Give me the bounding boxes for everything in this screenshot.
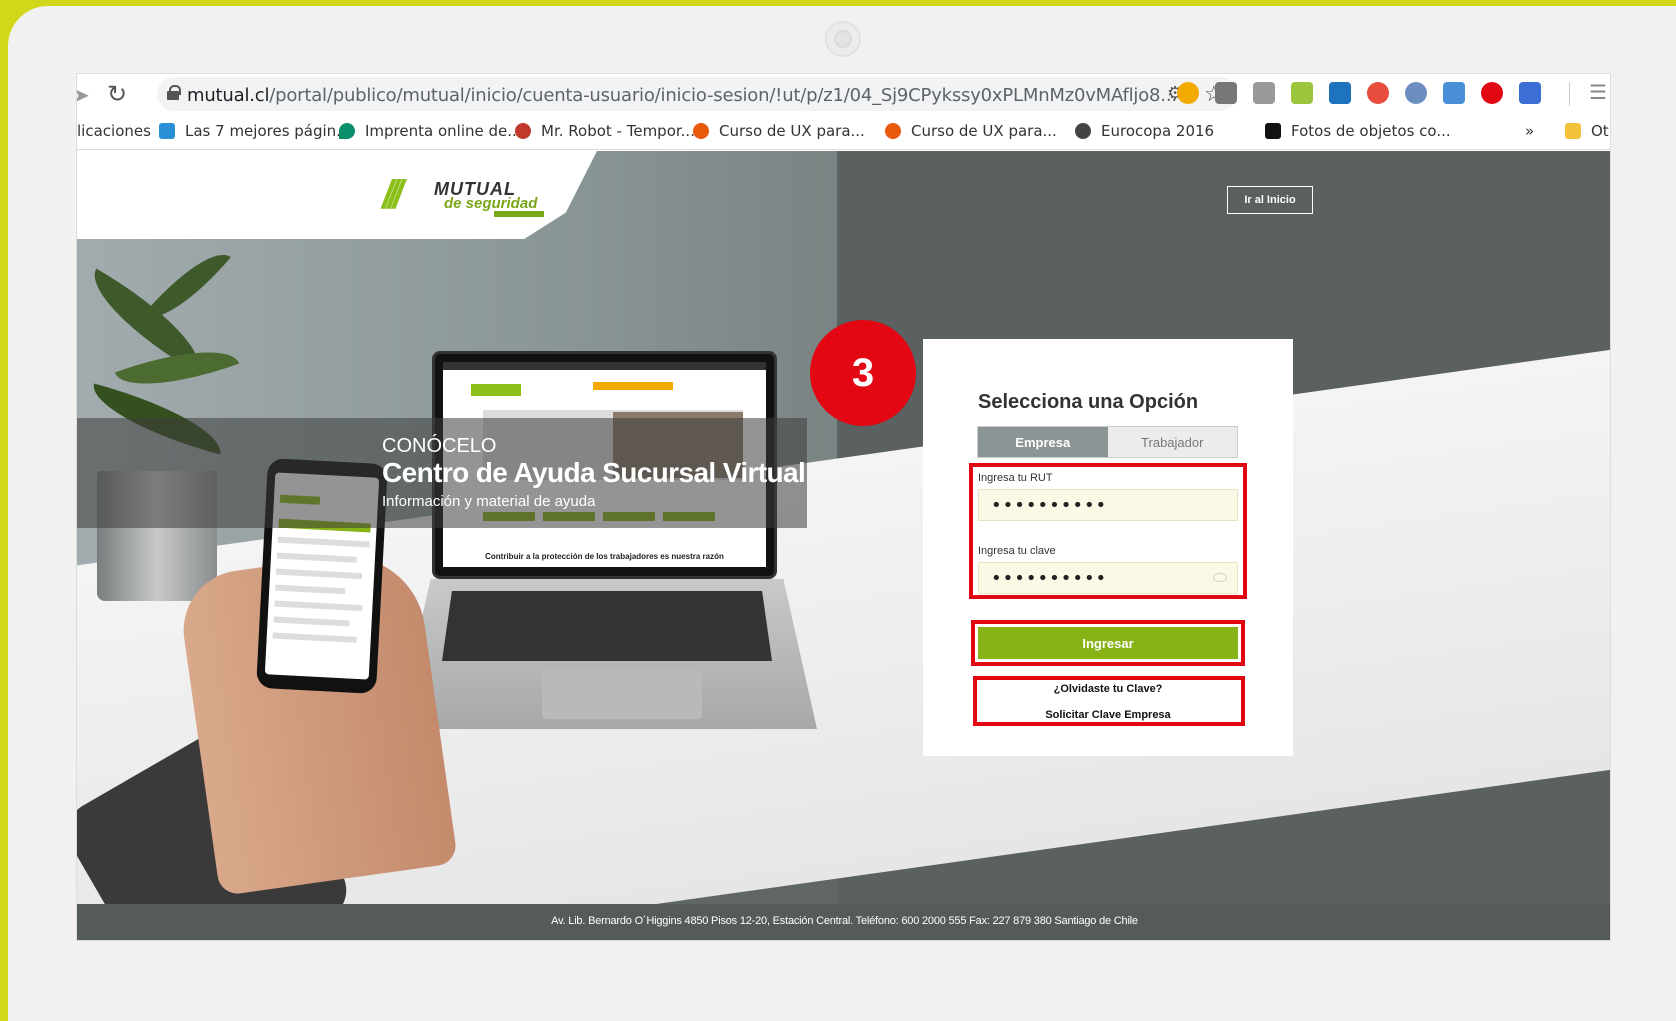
go-home-button[interactable]: Ir al Inicio — [1227, 186, 1313, 214]
folder-icon — [1565, 123, 1581, 139]
laptop-keyboard — [442, 591, 772, 661]
extension-chat-icon[interactable] — [1253, 82, 1275, 104]
extension-spiral-icon[interactable] — [1367, 82, 1389, 104]
bookmarks-overflow[interactable]: » — [1525, 122, 1534, 140]
tab-trabajador[interactable]: Trabajador — [1107, 427, 1237, 457]
url-text[interactable]: mutual.cl/portal/publico/mutual/inicio/c… — [187, 85, 1177, 106]
extension-crown-icon[interactable] — [1291, 82, 1313, 104]
lock-icon — [167, 85, 181, 100]
globe-icon — [1075, 123, 1091, 139]
address-bar-row: ➤ ↻ mutual.cl/portal/publico/mutual/inic… — [77, 74, 1610, 114]
footer-address: Av. Lib. Bernardo O´Higgins 4850 Pisos 1… — [551, 915, 1138, 927]
login-tabs: Empresa Trabajador — [977, 426, 1238, 458]
extension-face-icon[interactable] — [1405, 82, 1427, 104]
bookmark-favicon-icon — [515, 123, 531, 139]
extension-translate-icon[interactable] — [1443, 82, 1465, 104]
phone-row — [275, 584, 346, 595]
address-bar[interactable]: mutual.cl/portal/publico/mutual/inicio/c… — [157, 77, 1237, 111]
laptop-caption: Contribuir a la protección de los trabaj… — [485, 552, 724, 561]
logo-mark-icon: /// — [382, 173, 403, 217]
bookmark-folder[interactable]: Ot — [1565, 122, 1609, 140]
banner-title[interactable]: Centro de Ayuda Sucursal Virtual — [382, 457, 806, 489]
logo-badge — [494, 211, 544, 217]
flame-icon — [885, 123, 901, 139]
phone-row — [276, 568, 363, 580]
toolbar-separator — [1569, 82, 1570, 106]
highlight-fields — [969, 463, 1247, 599]
highlight-links — [973, 676, 1245, 726]
extension-camera-icon[interactable] — [1215, 82, 1237, 104]
bookmark-item[interactable]: Eurocopa 2016 — [1075, 122, 1214, 140]
login-card: Selecciona una Opción Empresa Trabajador… — [923, 339, 1293, 756]
forward-icon[interactable]: ➤ — [77, 83, 90, 108]
reload-icon[interactable]: ↻ — [107, 80, 127, 109]
bookmark-item[interactable]: Curso de UX para... — [693, 122, 865, 140]
laptop-trackpad — [542, 669, 702, 719]
browser-screen: ➤ ↻ mutual.cl/portal/publico/mutual/inic… — [76, 73, 1611, 941]
camera-icon — [825, 21, 861, 57]
flame-icon — [693, 123, 709, 139]
phone-row — [273, 616, 350, 627]
mutual-logo[interactable]: /// MUTUAL de seguridad — [382, 171, 552, 219]
bookmark-favicon-icon — [159, 123, 175, 139]
laptop-menubar — [443, 362, 766, 370]
highlight-submit — [971, 620, 1245, 666]
bookmark-favicon-icon — [1265, 123, 1281, 139]
laptop-header-bar — [593, 382, 673, 390]
tab-empresa[interactable]: Empresa — [978, 427, 1108, 457]
phone-row — [272, 632, 357, 643]
bookmarks-bar: licaciones Las 7 mejores págin... Impren… — [77, 114, 1610, 150]
bookmark-favicon-icon — [339, 123, 355, 139]
bookmark-item[interactable]: Curso de UX para... — [885, 122, 1057, 140]
phone-row — [274, 600, 363, 612]
extension-opera-icon[interactable] — [1481, 82, 1503, 104]
bookmark-item[interactable]: Imprenta online de... — [339, 122, 522, 140]
phone-row — [277, 536, 370, 548]
page-footer: Av. Lib. Bernardo O´Higgins 4850 Pisos 1… — [77, 904, 1610, 940]
bookmark-item[interactable]: Las 7 mejores págin... — [159, 122, 351, 140]
banner-description: Información y material de ayuda — [382, 493, 596, 510]
logo-subtext: de seguridad — [444, 195, 538, 212]
extension-translate2-icon[interactable] — [1519, 82, 1541, 104]
extension-s-icon[interactable] — [1329, 82, 1351, 104]
bookmark-item[interactable]: Fotos de objetos co... — [1265, 122, 1451, 140]
bookmark-item[interactable]: licaciones — [77, 122, 151, 140]
bookmark-item[interactable]: Mr. Robot - Tempor... — [515, 122, 695, 140]
laptop-logo — [471, 384, 521, 396]
banner-subtitle: CONÓCELO — [382, 435, 497, 457]
web-page: /// MUTUAL de seguridad Ir al Inicio Con… — [77, 151, 1610, 940]
login-title: Selecciona una Opción — [978, 391, 1199, 413]
phone-row — [276, 552, 358, 563]
reading-list-icon[interactable]: ☰ — [1589, 80, 1607, 105]
extension-coin-icon[interactable] — [1177, 82, 1199, 104]
step-badge: 3 — [810, 320, 916, 426]
